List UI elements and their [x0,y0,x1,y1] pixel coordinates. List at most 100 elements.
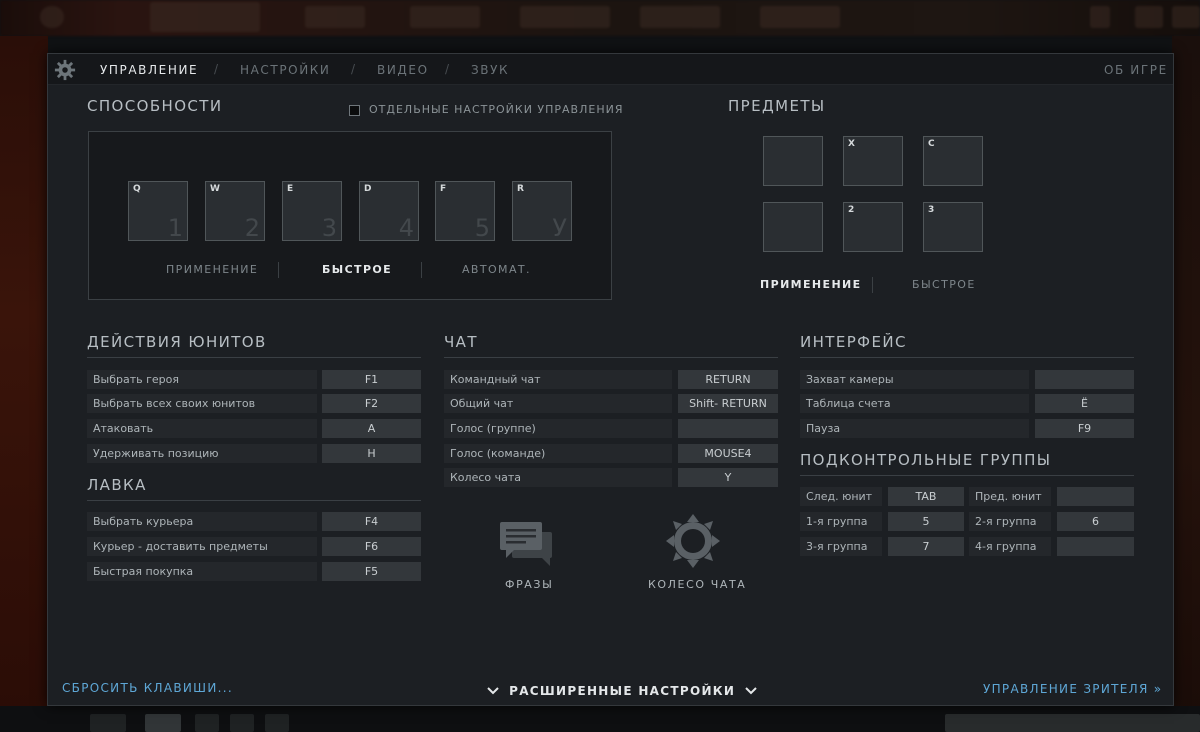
slot-number: 1 [167,214,183,242]
hotkey-label: Q [133,184,141,194]
keybind-label: Голос (команде) [444,444,672,463]
chevron-down-icon [745,686,758,694]
separate-controls-checkbox[interactable] [349,105,360,116]
keybind-button[interactable]: Shift- RETURN [678,394,778,413]
keybind-label: Пред. юнит [969,487,1051,506]
spectator-controls-link[interactable]: УПРАВЛЕНИЕ ЗРИТЕЛЯ » [983,682,1162,696]
keybind-button[interactable]: 6 [1057,512,1134,531]
keybind-label: Пауза [800,419,1029,438]
tab-controls[interactable]: УПРАВЛЕНИЕ [100,63,198,77]
slot-number: 4 [398,214,414,242]
gear-icon[interactable] [54,59,76,81]
hotkey-label: R [517,184,524,194]
keybind-label: Выбрать курьера [87,512,317,531]
chat-title: ЧАТ [444,333,478,351]
slot-number: 3 [321,214,337,242]
keybind-button[interactable]: F2 [322,394,421,413]
tab-about-game[interactable]: ОБ ИГРЕ [1104,63,1168,77]
keybind-button[interactable]: F6 [322,537,421,556]
slot-number: 2 [244,214,260,242]
chat-wheel-label[interactable]: КОЛЕСО ЧАТА [648,578,746,591]
keybind-label: Общий чат [444,394,672,413]
keybind-button[interactable]: F9 [1035,419,1134,438]
keybind-label: Захват камеры [800,370,1029,389]
keybind-label: Голос (группе) [444,419,672,438]
ability-slot[interactable]: E 3 [282,181,342,242]
ability-slot[interactable]: W 2 [205,181,265,242]
chat-wheel-icon[interactable] [664,512,722,570]
items-title: ПРЕДМЕТЫ [728,97,826,115]
mode-divider [278,262,279,278]
background-topbar [0,0,1200,36]
separate-controls-label: ОТДЕЛЬНЫЕ НАСТРОЙКИ УПРАВЛЕНИЯ [369,103,624,116]
keybind-button[interactable]: Ё [1035,394,1134,413]
item-slot[interactable]: 2 [843,202,903,252]
items-mode-apply[interactable]: ПРИМЕНЕНИЕ [760,278,862,291]
shop-title: ЛАВКА [87,476,147,494]
reset-keys-link[interactable]: СБРОСИТЬ КЛАВИШИ... [62,681,233,695]
keybind-button[interactable]: RETURN [678,370,778,389]
mode-apply[interactable]: ПРИМЕНЕНИЕ [166,263,258,276]
item-slot[interactable]: X [843,136,903,186]
settings-navbar: УПРАВЛЕНИЕ / НАСТРОЙКИ / ВИДЕО / ЗВУК ОБ… [48,54,1173,85]
nav-separator: / [214,62,219,76]
item-slot[interactable] [763,202,823,252]
keybind-button[interactable] [1057,537,1134,556]
nav-separator: / [351,62,356,76]
mode-quick[interactable]: БЫСТРОЕ [322,263,392,276]
ability-slot[interactable]: Q 1 [128,181,188,242]
item-slot[interactable]: 3 [923,202,983,252]
keybind-button[interactable]: Y [678,468,778,487]
keybind-label: Таблица счета [800,394,1029,413]
hotkey-label: D [364,184,372,194]
phrases-label[interactable]: ФРАЗЫ [505,578,553,591]
keybind-label: Быстрая покупка [87,562,317,581]
hotkey-label: 2 [848,205,855,215]
section-divider [800,357,1134,358]
advanced-settings-toggle[interactable]: РАСШИРЕННЫЕ НАСТРОЙКИ [486,680,758,699]
control-groups-title: ПОДКОНТРОЛЬНЫЕ ГРУППЫ [800,451,1052,469]
keybind-label: След. юнит [800,487,882,506]
hotkey-label: F [440,184,447,194]
keybind-label: Выбрать всех своих юнитов [87,394,317,413]
keybind-label: Выбрать героя [87,370,317,389]
ability-slot[interactable]: D 4 [359,181,419,242]
tab-sound[interactable]: ЗВУК [471,63,509,77]
tab-video[interactable]: ВИДЕО [377,63,429,77]
hotkey-label: C [928,139,935,149]
keybind-label: Удерживать позицию [87,444,317,463]
keybind-button[interactable]: MOUSE4 [678,444,778,463]
keybind-button[interactable] [678,419,778,438]
keybind-button[interactable]: TAB [888,487,964,506]
slot-number: У [552,214,567,242]
item-slot[interactable] [763,136,823,186]
keybind-button[interactable] [1057,487,1134,506]
keybind-label: Курьер - доставить предметы [87,537,317,556]
tab-settings[interactable]: НАСТРОЙКИ [240,63,331,77]
ability-slot[interactable]: R У [512,181,572,242]
abilities-title: СПОСОБНОСТИ [87,97,223,115]
item-slot[interactable]: C [923,136,983,186]
keybind-button[interactable]: F1 [322,370,421,389]
chat-bubbles-icon[interactable] [498,520,556,566]
keybind-label: 4-я группа [969,537,1051,556]
keybind-button[interactable] [1035,370,1134,389]
section-divider [87,357,421,358]
keybind-button[interactable]: 7 [888,537,964,556]
keybind-label: 3-я группа [800,537,882,556]
keybind-button[interactable]: H [322,444,421,463]
mode-auto[interactable]: АВТОМАТ. [462,263,531,276]
hotkey-label: W [210,184,220,194]
keybind-button[interactable]: F5 [322,562,421,581]
keybind-button[interactable]: A [322,419,421,438]
slot-number: 5 [474,214,490,242]
items-mode-quick[interactable]: БЫСТРОЕ [912,278,976,291]
keybind-button[interactable]: F4 [322,512,421,531]
ability-slot[interactable]: F 5 [435,181,495,242]
background-right [1172,36,1200,732]
keybind-button[interactable]: 5 [888,512,964,531]
abilities-box: Q 1 W 2 E 3 D 4 F 5 R У ПРИМЕНЕНИЕ БЫСТР… [88,131,612,300]
section-divider [444,357,778,358]
hotkey-label: E [287,184,294,194]
keybind-label: Атаковать [87,419,317,438]
